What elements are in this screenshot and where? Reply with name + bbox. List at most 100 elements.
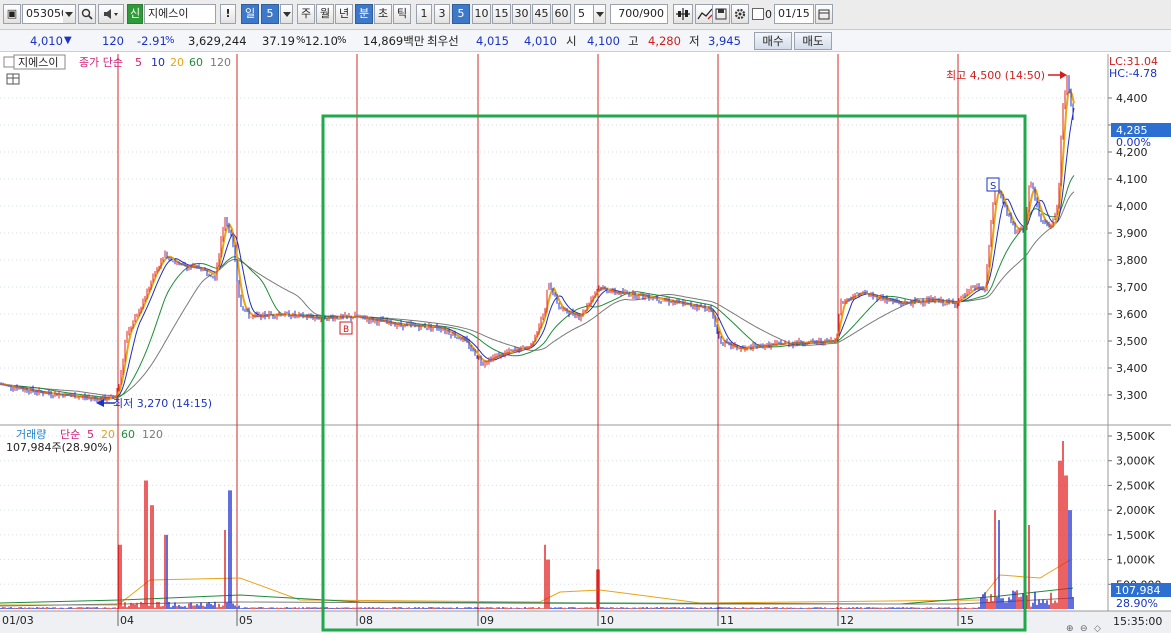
interval-3-button[interactable]: 3 bbox=[434, 4, 450, 24]
save-button[interactable] bbox=[712, 4, 730, 24]
period-week-button[interactable]: 주 bbox=[297, 4, 315, 24]
y-tick-label: 3,700 bbox=[1116, 281, 1148, 294]
calendar-icon bbox=[818, 9, 830, 20]
open-label: 시 bbox=[566, 34, 577, 48]
y-tick-label: 3,900 bbox=[1116, 227, 1148, 240]
low-price: 3,945 bbox=[708, 34, 741, 48]
interval-10-button[interactable]: 10 bbox=[472, 4, 491, 24]
volume-info: 107,984주(28.90%) bbox=[6, 441, 112, 454]
volume-panel[interactable] bbox=[0, 426, 1108, 610]
date-value: 01/15 bbox=[778, 7, 810, 20]
gear-icon bbox=[734, 8, 746, 20]
period-day-button[interactable]: 일 bbox=[241, 4, 259, 24]
high-price: 4,280 bbox=[648, 34, 681, 48]
date-field[interactable]: 01/15 bbox=[774, 4, 814, 24]
search-icon bbox=[81, 8, 93, 20]
y-tick-label: 2,000K bbox=[1116, 504, 1155, 517]
down-arrow-icon: ▼ bbox=[64, 35, 72, 46]
settings-button[interactable] bbox=[731, 4, 749, 24]
save-icon bbox=[715, 8, 727, 20]
y-tick-label: 3,800 bbox=[1116, 254, 1148, 267]
trade-amount: 14,869백만 bbox=[363, 34, 425, 48]
bar-count-total: /900 bbox=[639, 7, 664, 20]
calendar-button[interactable] bbox=[815, 4, 833, 24]
count-dropdown-button[interactable] bbox=[593, 4, 606, 24]
period-year-button[interactable]: 년 bbox=[335, 4, 353, 24]
date-label: 10 bbox=[600, 614, 614, 627]
legend-ma120: 120 bbox=[210, 56, 231, 69]
legend-ma60: 60 bbox=[189, 56, 203, 69]
speaker-icon bbox=[104, 9, 118, 19]
date-label: 12 bbox=[840, 614, 854, 627]
period-tick-button[interactable]: 틱 bbox=[393, 4, 411, 24]
interval-30-button[interactable]: 30 bbox=[512, 4, 531, 24]
new-listing-badge: 신 bbox=[127, 4, 143, 24]
interval-15-button[interactable]: 15 bbox=[492, 4, 511, 24]
zero-checkbox[interactable] bbox=[752, 8, 764, 20]
volume: 3,629,244 bbox=[188, 34, 247, 48]
period-minute-button[interactable]: 분 bbox=[355, 4, 373, 24]
sell-button[interactable]: 매도 bbox=[794, 32, 832, 50]
interval-60-button[interactable]: 60 bbox=[552, 4, 571, 24]
stock-name-value: 지에스이 bbox=[148, 7, 189, 20]
y-tick-label: 3,300 bbox=[1116, 389, 1148, 402]
crosshair-button[interactable] bbox=[673, 4, 693, 24]
date-label: 05 bbox=[239, 614, 253, 627]
alert-button[interactable]: ! bbox=[220, 4, 236, 24]
period-dropdown-button[interactable] bbox=[280, 4, 293, 24]
price-panel[interactable] bbox=[0, 54, 1108, 424]
y-tick-label: 4,400 bbox=[1116, 92, 1148, 105]
current-price-pct: 0.00% bbox=[1116, 136, 1151, 149]
count-select-value: 5 bbox=[578, 7, 585, 20]
window-icon[interactable]: ▣ bbox=[3, 4, 21, 24]
y-tick-label: 3,400 bbox=[1116, 362, 1148, 375]
y-tick-label: 3,500K bbox=[1116, 430, 1155, 443]
y-tick-label: 1,000K bbox=[1116, 554, 1155, 567]
y-tick-label: 3,000K bbox=[1116, 455, 1155, 468]
sound-button[interactable] bbox=[98, 4, 124, 24]
bar-count-value: 700 bbox=[618, 7, 640, 20]
vol-legend-ma20: 20 bbox=[101, 428, 115, 441]
pct-sign: % bbox=[165, 35, 175, 46]
legend-ma20: 20 bbox=[170, 56, 184, 69]
period-month-button[interactable]: 월 bbox=[316, 4, 334, 24]
buy-signal-label: B bbox=[343, 325, 349, 335]
date-label: 09 bbox=[480, 614, 494, 627]
y-tick-label: 1,500K bbox=[1116, 529, 1155, 542]
vol-legend-ma60: 60 bbox=[121, 428, 135, 441]
quote-bar: 4,010 ▼ 120 -2.91 % 3,629,244 37.19 % 12… bbox=[0, 30, 1171, 52]
date-label: 04 bbox=[120, 614, 134, 627]
scroll-icon[interactable]: ◇ bbox=[1094, 624, 1101, 633]
high-label: 고 bbox=[628, 34, 639, 48]
date-label: 15 bbox=[960, 614, 974, 627]
current-volume-value: 107,984 bbox=[1115, 584, 1161, 597]
stock-name-field[interactable]: 지에스이 bbox=[144, 4, 216, 24]
stock-chart[interactable]: 3,300 3,400 3,500 3,600 3,700 3,800 3,900 4,000… bbox=[0, 53, 1171, 633]
best-ask: 4,015 bbox=[476, 34, 509, 48]
period-count-field[interactable]: 5 bbox=[261, 4, 279, 24]
zoom-out-icon[interactable]: ⊖ bbox=[1080, 624, 1088, 633]
code-dropdown-button[interactable] bbox=[63, 4, 76, 24]
search-button[interactable] bbox=[78, 4, 96, 24]
zoom-in-icon[interactable]: ⊕ bbox=[1066, 624, 1074, 633]
y-tick-label: 4,000 bbox=[1116, 200, 1148, 213]
interval-5-button[interactable]: 5 bbox=[452, 4, 470, 24]
bar-count-field[interactable]: 700/900 bbox=[610, 4, 668, 24]
buy-button[interactable]: 매수 bbox=[754, 32, 792, 50]
legend-ma5: 5 bbox=[135, 56, 142, 69]
best-bid: 4,010 bbox=[524, 34, 557, 48]
turnover-rate: 12.10 bbox=[305, 34, 338, 48]
period-second-button[interactable]: 초 bbox=[374, 4, 392, 24]
chevron-down-icon bbox=[595, 12, 604, 17]
open-price: 4,100 bbox=[587, 34, 620, 48]
crosshair-icon bbox=[676, 8, 690, 20]
interval-45-button[interactable]: 45 bbox=[532, 4, 551, 24]
time-label: 15:35:00 bbox=[1113, 615, 1162, 628]
date-label: 08 bbox=[359, 614, 373, 627]
high-annotation: 최고 4,500 (14:50) bbox=[946, 69, 1045, 82]
chevron-down-icon bbox=[282, 12, 291, 17]
count-select[interactable]: 5 bbox=[574, 4, 594, 24]
date-label: 11 bbox=[720, 614, 734, 627]
trendline-icon bbox=[697, 8, 713, 20]
interval-1-button[interactable]: 1 bbox=[416, 4, 432, 24]
